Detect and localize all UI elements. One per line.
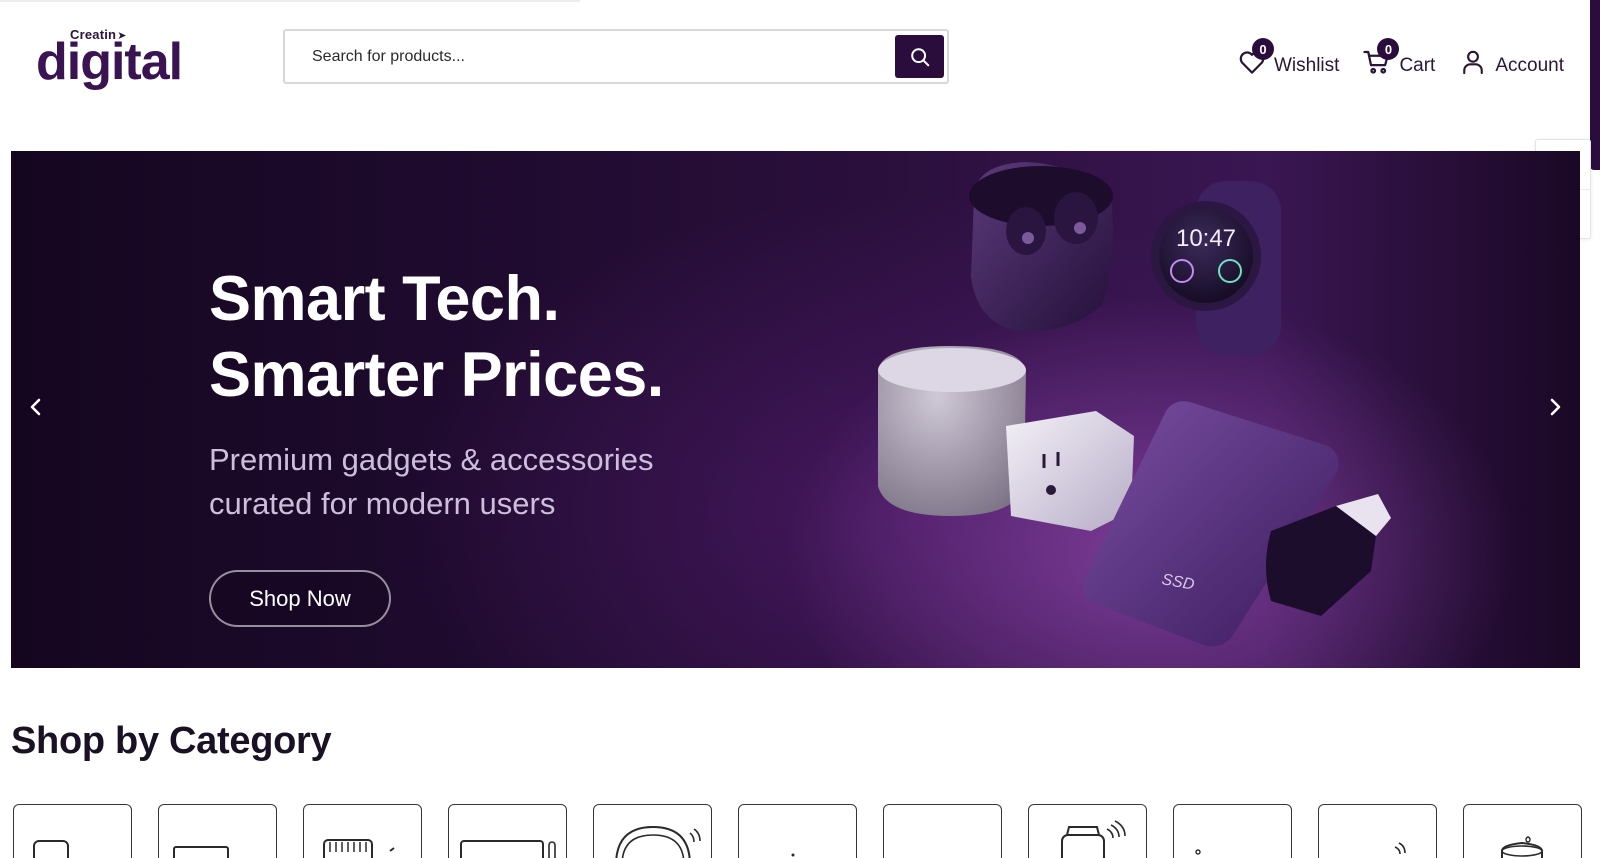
account-label: Account [1495, 55, 1564, 76]
wishlist-label: Wishlist [1273, 55, 1340, 76]
search-input[interactable] [285, 31, 885, 82]
cart-count-badge: 0 [1377, 38, 1400, 60]
headphones-icon [615, 825, 701, 858]
router-icon [323, 839, 395, 858]
category-card[interactable] [303, 804, 422, 858]
smartwatch-icon [1061, 820, 1126, 858]
carousel-next-button[interactable] [1538, 387, 1572, 427]
search-bar [283, 29, 949, 84]
smart-home-icon [1501, 836, 1543, 858]
carousel-prev-button[interactable] [19, 387, 53, 427]
category-card[interactable] [1318, 804, 1437, 858]
cart-label: Cart [1399, 55, 1436, 76]
header-actions: 0 Wishlist 0 Cart Account [1214, 38, 1564, 84]
laptop-icon [173, 846, 229, 858]
scrollbar-thumb[interactable] [1590, 0, 1600, 170]
category-card[interactable] [13, 804, 132, 858]
smart-speaker-illustration [878, 346, 1026, 516]
smartwatch-illustration: 10:47 [1151, 181, 1281, 356]
hero-title: Smart Tech. Smarter Prices. [209, 264, 664, 410]
smart-plug-illustration [1006, 411, 1134, 531]
hero-banner: Smart Tech. Smarter Prices. Premium gadg… [11, 151, 1580, 668]
category-card[interactable] [1028, 804, 1147, 858]
page-scrollbar[interactable] [1590, 0, 1600, 858]
wireless-icon [1394, 842, 1406, 855]
phone-icon [33, 840, 69, 858]
brand-logo[interactable]: Creatin➤ digital [36, 24, 196, 88]
account-link[interactable]: Account [1457, 40, 1564, 84]
wishlist-link[interactable]: 0 Wishlist [1236, 38, 1340, 84]
wishlist-count-badge: 0 [1251, 38, 1274, 60]
category-card[interactable] [738, 804, 857, 858]
earbuds-illustration [969, 162, 1114, 332]
category-card[interactable] [1463, 804, 1582, 858]
tv-icon [460, 840, 556, 858]
watch-time-text: 10:47 [1176, 225, 1236, 252]
category-list [13, 804, 1583, 858]
category-card[interactable] [593, 804, 712, 858]
chevron-left-icon [30, 398, 41, 416]
search-icon [910, 47, 929, 66]
shop-now-button[interactable]: Shop Now [209, 570, 391, 627]
logo-wordmark: digital [36, 33, 183, 91]
category-card[interactable] [158, 804, 277, 858]
accessory-icon [791, 853, 795, 857]
site-header: Creatin➤ digital 0 Wishlist 0 Cart [0, 0, 1590, 110]
hero-subtitle: Premium gadgets & accessories curated fo… [209, 442, 654, 521]
accessory-icon [884, 805, 1002, 858]
accessory-icon [1195, 849, 1201, 855]
category-card[interactable] [1173, 804, 1292, 858]
hero-product-illustration: 10:47 SSD [878, 162, 1391, 647]
user-icon [1463, 50, 1484, 75]
chevron-right-icon [1550, 398, 1561, 416]
category-card[interactable] [883, 804, 1002, 858]
search-button[interactable] [895, 35, 944, 78]
shop-by-category-title: Shop by Category [11, 720, 332, 762]
cart-link[interactable]: 0 Cart [1361, 38, 1436, 84]
category-card[interactable] [448, 804, 567, 858]
